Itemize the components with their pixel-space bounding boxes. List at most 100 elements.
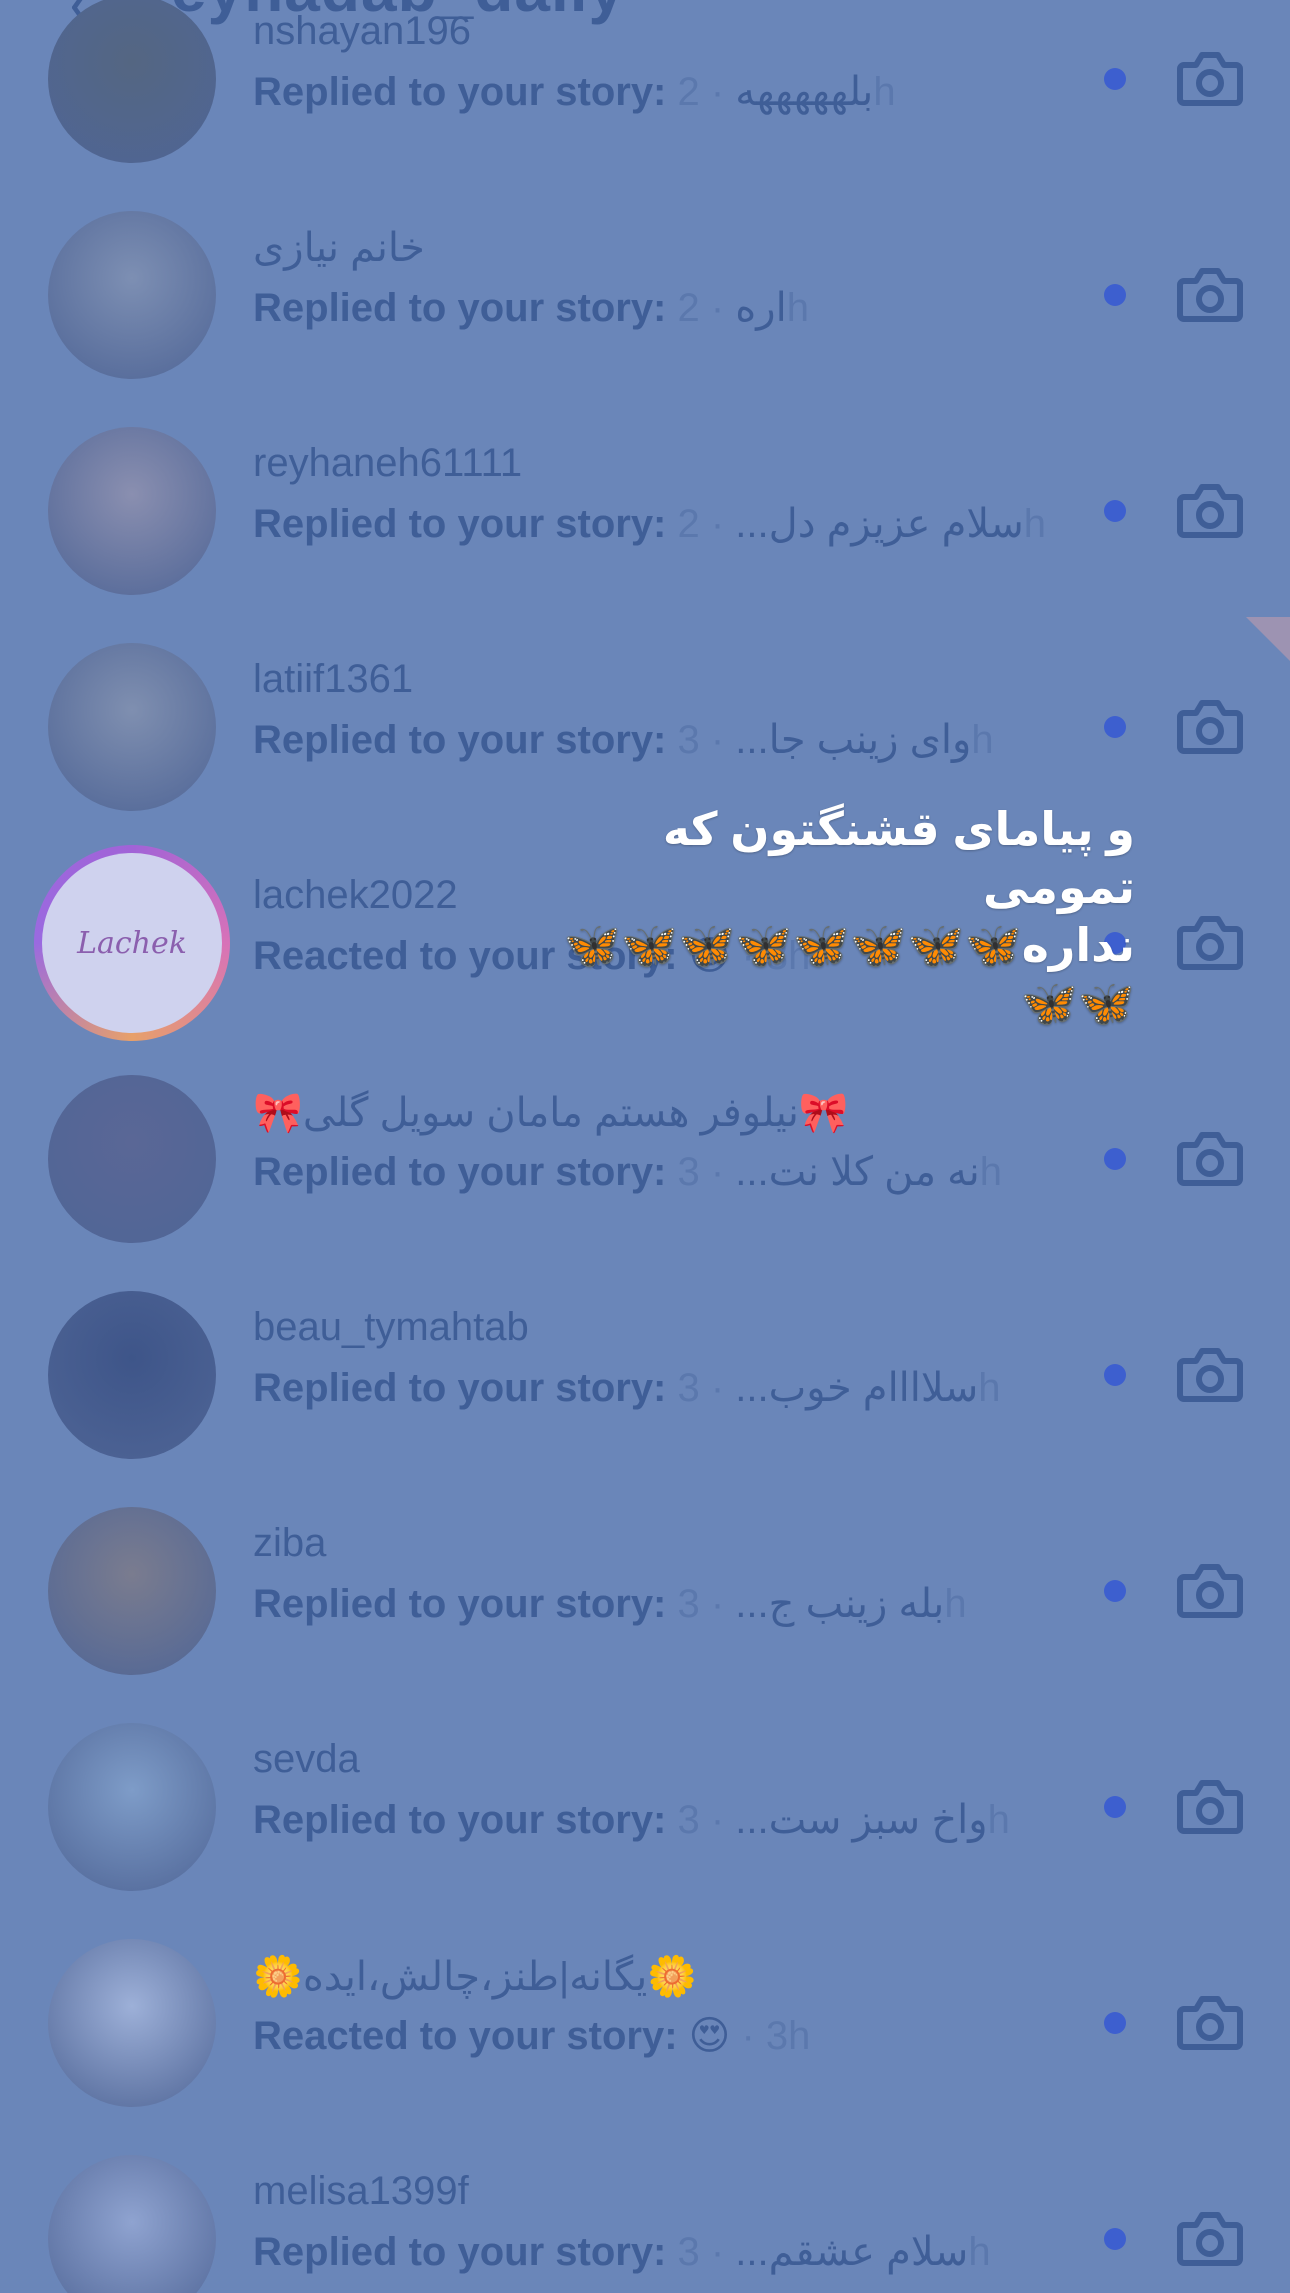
username: خانم نیازی [253,226,425,270]
camera-icon[interactable] [1176,1129,1244,1187]
activity-label: Replied to your story: [253,1582,678,1626]
avatar[interactable] [48,211,216,379]
camera-icon[interactable] [1176,697,1244,755]
avatar-image [48,1075,216,1243]
avatar-logo: Lachek [77,925,187,961]
username: 🎀نیلوفر هستم مامان سویل گلی🎀 [253,1091,849,1135]
avatar-image [48,1723,216,1891]
unread-dot [1104,2012,1126,2034]
activity-label: Replied to your story: [253,286,678,330]
username: sevda [253,1737,360,1781]
username: nshayan196 [253,9,471,53]
unread-dot [1104,1364,1126,1386]
camera-icon[interactable] [1176,481,1244,539]
username: ziba [253,1521,327,1565]
list-item[interactable]: reyhaneh61111 Replied to your story: سلام… [0,403,1290,619]
avatar[interactable] [48,1291,216,1459]
activity-message: Replied to your story: اره · 2h [253,285,809,331]
list-item[interactable]: sevda Replied to your story: واخ سبز ست..… [0,1699,1290,1915]
activity-label: Replied to your story: [253,70,678,114]
story-overlay-text: و پیامای قشنگتون که تمومی نداره🦋🦋🦋🦋🦋🦋🦋🦋🦋… [515,800,1135,1032]
unread-dot [1104,716,1126,738]
message-snippet: نه من کلا نت... [735,1150,980,1194]
message-snippet: وای زینب جا... [735,718,972,762]
list-item[interactable]: beau_tymahtab Replied to your story: سلاا… [0,1267,1290,1483]
avatar[interactable] [48,1507,216,1675]
activity-label: Replied to your story: [253,1366,678,1410]
username: melisa1399f [253,2169,469,2213]
message-snippet: 😍 [688,2014,731,2058]
activity-message: Replied to your story: سلام عشقم... · 3h [253,2229,991,2275]
avatar[interactable] [48,427,216,595]
list-item[interactable]: 🌼یگانه|طنز،چالش،ایده🌼 Reacted to your sto… [0,1915,1290,2131]
camera-icon[interactable] [1176,913,1244,971]
activity-message: Replied to your story: سلام عزیزم دل... … [253,501,1046,547]
avatar[interactable] [48,2155,216,2293]
camera-icon[interactable] [1176,2209,1244,2267]
overlay-line-2: نداره🦋🦋🦋🦋🦋🦋🦋🦋🦋🦋 [515,916,1135,1032]
avatar-image [48,643,216,811]
activity-label: Replied to your story: [253,502,678,546]
message-snippet: بله زینب ج... [735,1582,945,1626]
avatar-image [48,427,216,595]
activity-label: Reacted to your story: [253,2014,689,2058]
unread-dot [1104,1148,1126,1170]
activity-label: Replied to your story: [253,718,678,762]
avatar-image [48,0,216,163]
unread-dot [1104,1580,1126,1602]
list-item[interactable]: nshayan196 Replied to your story: بلههههه… [0,0,1290,187]
activity-message: Replied to your story: واخ سبز ست... · 3… [253,1797,1010,1843]
activity-message: Replied to your story: وای زینب جا... · … [253,717,994,763]
avatar[interactable] [48,1939,216,2107]
username: lachek2022 [253,873,458,917]
overlay-line-2-text: نداره [1021,919,1135,971]
timestamp: · 3h [730,2014,811,2058]
username: beau_tymahtab [253,1305,529,1349]
username: 🌼یگانه|طنز،چالش،ایده🌼 [253,1955,698,1999]
corner-marker [1246,617,1290,661]
overlay-line-1: و پیامای قشنگتون که تمومی [662,803,1135,913]
avatar[interactable]: Lachek [34,845,230,1041]
camera-icon[interactable] [1176,1561,1244,1619]
camera-icon[interactable] [1176,1993,1244,2051]
activity-message: Replied to your story: بله زینب ج... · 3… [253,1581,967,1627]
list-item[interactable]: 🎀نیلوفر هستم مامان سویل گلی🎀 Replied to y… [0,1051,1290,1267]
camera-icon[interactable] [1176,1345,1244,1403]
activity-label: Replied to your story: [253,1798,678,1842]
message-snippet: سلاااام خوب... [735,1366,979,1410]
activity-label: Replied to your story: [253,1150,678,1194]
avatar-image [48,1507,216,1675]
camera-icon[interactable] [1176,49,1244,107]
message-snippet: اره [735,286,787,330]
activity-message: Reacted to your story: 😍 · 3h [253,2013,810,2059]
message-snippet: واخ سبز ست... [735,1798,988,1842]
camera-icon[interactable] [1176,265,1244,323]
username: latiif1361 [253,657,414,701]
username: reyhaneh61111 [253,441,523,485]
avatar-image [48,2155,216,2293]
unread-dot [1104,1796,1126,1818]
message-snippet: سلام عشقم... [735,2230,969,2274]
avatar-image: Lachek [42,853,222,1033]
avatar[interactable] [48,1075,216,1243]
screen: ‹ zeynadab_daily nshayan196Replied to yo… [0,0,1290,2293]
unread-dot [1104,284,1126,306]
avatar[interactable] [48,1723,216,1891]
unread-dot [1104,500,1126,522]
activity-message: Replied to your story: نه من کلا نت... ·… [253,1149,1002,1195]
avatar-image [48,1291,216,1459]
avatar-image [48,211,216,379]
avatar[interactable] [48,643,216,811]
message-snippet: بلهههههه [735,70,874,114]
message-snippet: سلام عزیزم دل... [735,502,1024,546]
activity-message: Replied to your story: سلاااام خوب... · … [253,1365,1001,1411]
avatar-image [48,1939,216,2107]
list-item[interactable]: ziba Replied to your story: بله زینب ج...… [0,1483,1290,1699]
unread-dot [1104,2228,1126,2250]
avatar[interactable] [48,0,216,163]
activity-label: Replied to your story: [253,2230,678,2274]
camera-icon[interactable] [1176,1777,1244,1835]
list-item[interactable]: melisa1399f Replied to your story: سلام ع… [0,2131,1290,2293]
activity-message: Replied to your story: بلهههههه · 2h [253,69,896,115]
list-item[interactable]: خانم نیازی Replied to your story: اره · 2… [0,187,1290,403]
